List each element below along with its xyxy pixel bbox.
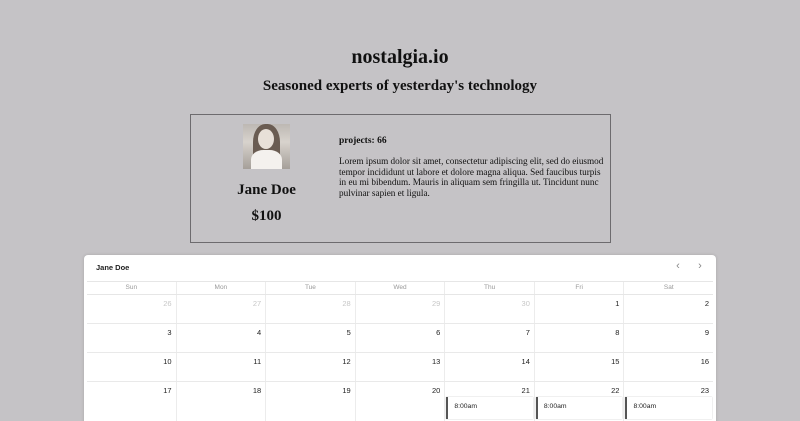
day-number: 9: [704, 328, 710, 337]
avatar: [243, 124, 290, 169]
day-number: 26: [163, 299, 172, 308]
site-title: nostalgia.io: [351, 46, 449, 68]
calendar-day-cell[interactable]: 26: [87, 295, 177, 323]
tagline: Seasoned experts of yesterday's technolo…: [262, 78, 538, 94]
day-number: 21: [521, 386, 530, 395]
calendar-week-row: 3 4 5 6 7 8 9: [87, 324, 713, 353]
day-number: 4: [256, 328, 262, 337]
day-number: 10: [163, 357, 172, 366]
day-number: 7: [525, 328, 530, 337]
day-of-week-label: Sat: [663, 284, 674, 291]
calendar-day-cell[interactable]: 18: [177, 382, 267, 421]
profile-price: $100: [251, 208, 282, 224]
calendar-day-cell[interactable]: 29: [356, 295, 446, 323]
day-of-week-label: Thu: [445, 282, 535, 294]
calendar-title: Jane Doe: [96, 263, 130, 272]
day-number: 5: [346, 328, 351, 337]
calendar-week-row: 10 11 12 13 14 15 16: [87, 353, 713, 382]
day-number: 14: [521, 357, 530, 366]
calendar-day-cell[interactable]: 15: [535, 353, 625, 381]
day-of-week-label: Sun: [87, 282, 177, 294]
calendar-day-cell[interactable]: 11: [177, 353, 267, 381]
day-of-week-header: Sun Mon Tue Wed Thu Fri Sat: [87, 282, 713, 295]
day-number: 20: [431, 386, 441, 395]
calendar-event[interactable]: 8:00am: [446, 397, 533, 419]
calendar-day-cell[interactable]: 6: [356, 324, 446, 352]
day-of-week-label: Mon: [177, 282, 267, 294]
day-number: 30: [521, 299, 530, 308]
profile-name: Jane Doe: [237, 182, 296, 198]
day-of-week-label: Tue: [266, 282, 356, 294]
calendar-day-cell[interactable]: 22 8:00am: [535, 382, 625, 421]
day-number: 23: [700, 386, 710, 395]
calendar-day-cell[interactable]: 7: [445, 324, 535, 352]
day-number: 28: [342, 299, 351, 308]
day-of-week-label: Wed: [356, 282, 446, 294]
calendar-day-cell[interactable]: 23 8:00am: [624, 382, 713, 421]
profile-card: Jane Doe $100 projects: 66 Lorem ipsum d…: [190, 114, 611, 243]
calendar-week-row: 26 27 28 29 30 1 2: [87, 295, 713, 324]
day-number: 27: [252, 299, 262, 308]
day-number: 8: [615, 328, 620, 337]
calendar-day-cell[interactable]: 2: [624, 295, 713, 323]
calendar-event[interactable]: 8:00am: [625, 397, 713, 419]
calendar-day-cell[interactable]: 17: [87, 382, 177, 421]
calendar-day-cell[interactable]: 5: [266, 324, 356, 352]
day-number: 18: [252, 386, 262, 395]
day-number: 3: [167, 328, 172, 337]
calendar-week-row: 17 18 19 20 21 8:00am 22 8:00am 23 8:00am: [87, 382, 713, 421]
calendar: Jane Doe ‹ › Sun Mon Tue Wed Thu Fri Sat 26 27 2…: [84, 255, 716, 421]
day-number: 19: [342, 386, 351, 395]
day-number: 17: [163, 386, 172, 395]
day-number: 13: [431, 357, 441, 366]
day-number: 29: [431, 299, 441, 308]
calendar-day-cell[interactable]: 21 8:00am: [445, 382, 535, 421]
calendar-day-cell[interactable]: 8: [535, 324, 625, 352]
projects-count: projects: 66: [339, 136, 387, 146]
chevron-left-icon[interactable]: ‹: [671, 260, 685, 274]
day-number: 1: [615, 299, 620, 308]
calendar-day-cell[interactable]: 9: [624, 324, 713, 352]
day-of-week-label: Fri: [535, 282, 625, 294]
calendar-day-cell[interactable]: 3: [87, 324, 177, 352]
calendar-event[interactable]: 8:00am: [535, 397, 623, 419]
day-number: 22: [611, 386, 620, 395]
day-number: 12: [342, 357, 351, 366]
calendar-day-cell[interactable]: 4: [177, 324, 267, 352]
calendar-day-cell[interactable]: 30: [445, 295, 535, 323]
calendar-day-cell[interactable]: 16: [624, 353, 713, 381]
chevron-right-icon[interactable]: ›: [693, 260, 707, 274]
calendar-day-cell[interactable]: 14: [445, 353, 535, 381]
day-number: 16: [700, 357, 710, 366]
calendar-day-cell[interactable]: 28: [266, 295, 356, 323]
day-number: 2: [704, 299, 710, 308]
calendar-day-cell[interactable]: 13: [356, 353, 446, 381]
calendar-day-cell[interactable]: 1: [535, 295, 625, 323]
calendar-day-cell[interactable]: 20: [356, 382, 446, 421]
day-number: 11: [253, 357, 262, 366]
calendar-grid: Sun Mon Tue Wed Thu Fri Sat 26 27 28 29 30 1 2 3 4 5 6 7 8…: [87, 281, 713, 421]
calendar-day-cell[interactable]: 12: [266, 353, 356, 381]
calendar-day-cell[interactable]: 19: [266, 382, 356, 421]
calendar-day-cell[interactable]: 27: [177, 295, 267, 323]
day-number: 15: [611, 357, 620, 366]
profile-bio: Lorem ipsum dolor sit amet, consectetur …: [339, 156, 604, 198]
day-number: 6: [436, 328, 441, 337]
calendar-day-cell[interactable]: 10: [87, 353, 177, 381]
